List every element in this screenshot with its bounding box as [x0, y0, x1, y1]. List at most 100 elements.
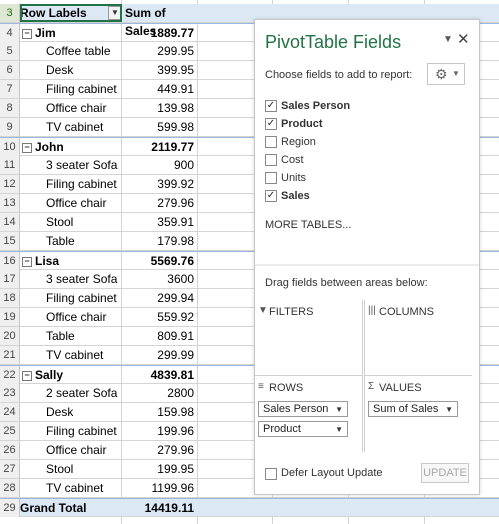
- sum-of-sales-cell[interactable]: 199.96: [122, 422, 197, 440]
- sum-of-sales-cell[interactable]: 3600: [122, 270, 197, 288]
- row-number[interactable]: 14: [0, 213, 20, 231]
- field-chip-label: Sum of Sales: [373, 403, 439, 415]
- chevron-down-icon[interactable]: ▼: [335, 423, 343, 437]
- row-number[interactable]: 6: [0, 61, 20, 79]
- close-icon[interactable]: ✕: [457, 30, 470, 48]
- row-label-text: Sally: [35, 368, 64, 382]
- sum-of-sales-cell[interactable]: 299.95: [122, 42, 197, 60]
- defer-layout-checkbox[interactable]: [265, 468, 277, 480]
- row-number[interactable]: 21: [0, 346, 20, 364]
- row-label-cell[interactable]: − John: [20, 138, 121, 156]
- sum-of-sales-cell[interactable]: 179.98: [122, 232, 197, 250]
- collapse-icon[interactable]: −: [22, 142, 32, 153]
- row-label-cell[interactable]: Grand Total: [20, 499, 121, 517]
- row-number[interactable]: 17: [0, 270, 20, 288]
- sum-of-sales-cell[interactable]: 1199.96: [122, 479, 197, 497]
- collapse-icon[interactable]: −: [22, 28, 32, 39]
- sum-of-sales-cell[interactable]: 299.99: [122, 346, 197, 364]
- row-number[interactable]: 8: [0, 99, 20, 117]
- row-number[interactable]: 5: [0, 42, 20, 60]
- chevron-down-icon[interactable]: ▼: [335, 403, 343, 417]
- columns-area[interactable]: ||| COLUMNS: [364, 300, 472, 376]
- row-number[interactable]: 24: [0, 403, 20, 421]
- sum-of-sales-cell[interactable]: 599.98: [122, 118, 197, 136]
- sum-of-sales-cell[interactable]: 1889.77: [122, 24, 197, 42]
- checkbox-checked[interactable]: ✓: [265, 118, 277, 130]
- sum-of-sales-cell[interactable]: 4839.81: [122, 366, 197, 384]
- row-labels-header[interactable]: Row Labels: [20, 4, 121, 22]
- chevron-down-icon[interactable]: ▼: [445, 403, 453, 417]
- sum-of-sales-cell[interactable]: 2119.77: [122, 138, 197, 156]
- row-label-text: Office chair: [46, 196, 107, 210]
- sum-of-sales-cell[interactable]: 199.95: [122, 460, 197, 478]
- row-number[interactable]: 7: [0, 80, 20, 98]
- sum-of-sales-cell[interactable]: 559.92: [122, 308, 197, 326]
- row-number[interactable]: 18: [0, 289, 20, 307]
- field-chip[interactable]: Sum of Sales ▼: [368, 401, 458, 417]
- checkbox[interactable]: [265, 154, 277, 166]
- row-label-text: Filing cabinet: [46, 82, 117, 96]
- row-number[interactable]: 25: [0, 422, 20, 440]
- checkbox[interactable]: [265, 136, 277, 148]
- field-label: Sales Person: [281, 100, 351, 112]
- sum-of-sales-cell[interactable]: 900: [122, 156, 197, 174]
- row-number[interactable]: 11: [0, 156, 20, 174]
- row-label-text: Stool: [46, 462, 74, 476]
- row-number[interactable]: 27: [0, 460, 20, 478]
- sum-of-sales-cell[interactable]: 5569.76: [122, 252, 197, 270]
- row-label-text: Table: [46, 329, 75, 343]
- row-label-text: Table: [46, 234, 75, 248]
- row-number[interactable]: 28: [0, 479, 20, 497]
- rows-area[interactable]: ≡ ROWS Sales Person ▼ Product ▼: [255, 376, 363, 452]
- sum-of-sales-cell[interactable]: 299.94: [122, 289, 197, 307]
- row-label-cell[interactable]: − Sally: [20, 366, 121, 384]
- sum-of-sales-cell[interactable]: 399.92: [122, 175, 197, 193]
- sum-of-sales-cell[interactable]: 14419.11: [122, 499, 197, 517]
- row-number[interactable]: 4: [0, 24, 20, 42]
- sum-of-sales-cell[interactable]: 449.91: [122, 80, 197, 98]
- sum-of-sales-cell[interactable]: 809.91: [122, 327, 197, 345]
- pane-title: PivotTable Fields: [265, 32, 402, 52]
- checkbox[interactable]: [265, 172, 277, 184]
- row-number[interactable]: 15: [0, 232, 20, 250]
- update-button[interactable]: UPDATE: [421, 463, 469, 483]
- collapse-icon[interactable]: −: [22, 256, 32, 267]
- collapse-icon[interactable]: −: [22, 370, 32, 381]
- pane-options-chevron-icon[interactable]: ▼: [443, 34, 453, 45]
- sum-of-sales-cell[interactable]: 279.96: [122, 441, 197, 459]
- row-number[interactable]: 10: [0, 138, 20, 156]
- sum-of-sales-header[interactable]: Sum of Sales: [122, 4, 197, 38]
- tools-button[interactable]: ⚙ ▼: [427, 63, 465, 85]
- row-number[interactable]: 23: [0, 384, 20, 402]
- row-label-text: Lisa: [35, 254, 60, 268]
- row-number[interactable]: 13: [0, 194, 20, 212]
- row-number[interactable]: 26: [0, 441, 20, 459]
- sum-of-sales-cell[interactable]: 279.96: [122, 194, 197, 212]
- row-label-cell[interactable]: − Lisa: [20, 252, 121, 270]
- row-number[interactable]: 9: [0, 118, 20, 136]
- sum-of-sales-cell[interactable]: 139.98: [122, 99, 197, 117]
- field-chip[interactable]: Sales Person ▼: [258, 401, 348, 417]
- row-label-cell[interactable]: − Jim: [20, 24, 121, 42]
- row-number[interactable]: 12: [0, 175, 20, 193]
- more-tables-link[interactable]: MORE TABLES...: [265, 219, 351, 231]
- sum-of-sales-cell[interactable]: 159.98: [122, 403, 197, 421]
- values-area[interactable]: Σ VALUES Sum of Sales ▼: [364, 376, 472, 452]
- row-label-text: Office chair: [46, 310, 107, 324]
- row-number[interactable]: 29: [0, 499, 20, 517]
- row-number[interactable]: 16: [0, 252, 20, 270]
- row-number[interactable]: 20: [0, 327, 20, 345]
- checkbox-checked[interactable]: ✓: [265, 100, 277, 112]
- row-number[interactable]: 22: [0, 366, 20, 384]
- checkbox-checked[interactable]: ✓: [265, 190, 277, 202]
- row-label-text: TV cabinet: [46, 348, 104, 362]
- row-labels-filter-button[interactable]: ▼: [108, 6, 122, 20]
- field-chip[interactable]: Product ▼: [258, 421, 348, 437]
- row-number[interactable]: 19: [0, 308, 20, 326]
- sum-of-sales-cell[interactable]: 2800: [122, 384, 197, 402]
- grand-total-row: 29 Grand Total 14419.11: [0, 498, 499, 517]
- sum-of-sales-cell[interactable]: 399.95: [122, 61, 197, 79]
- filters-area[interactable]: ▼ FILTERS: [255, 300, 363, 376]
- sum-of-sales-cell[interactable]: 359.91: [122, 213, 197, 231]
- row-number[interactable]: 3: [0, 4, 20, 22]
